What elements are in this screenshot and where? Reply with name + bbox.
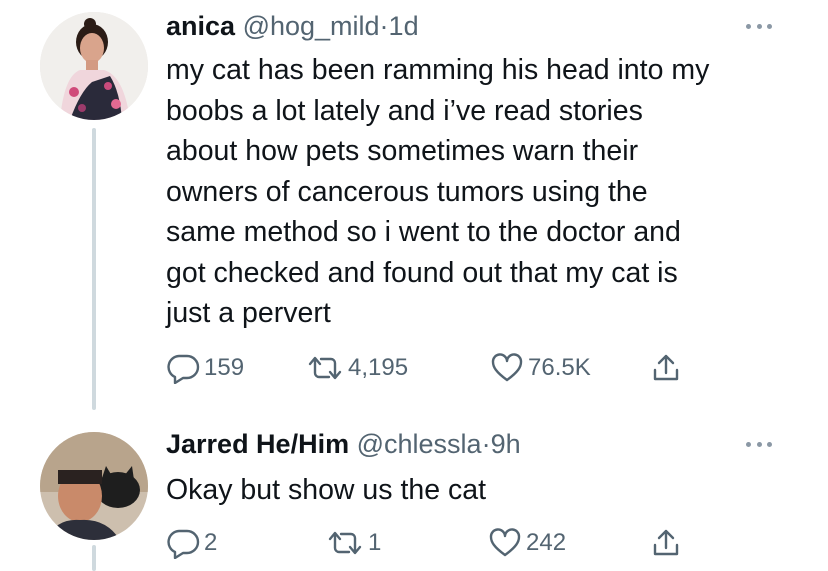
tweet[interactable]: anica @hog_mild·1d my cat has been rammi… xyxy=(0,0,828,410)
tweet-text-line: got checked and found out that my cat is xyxy=(166,256,678,289)
like-count: 76.5K xyxy=(528,354,591,381)
thread-line xyxy=(92,545,96,571)
tweet-text: my cat has been ramming his head into my… xyxy=(166,50,806,334)
tweet-text-line: owners of cancerous tumors using the xyxy=(166,175,648,208)
more-icon[interactable] xyxy=(746,440,772,448)
reply-icon xyxy=(167,354,200,384)
heart-icon xyxy=(489,528,521,557)
tweet-actions: 2 1 242 xyxy=(166,527,726,559)
tweet[interactable]: Jarred He/Him @chlessla·9h Okay but show… xyxy=(0,410,828,571)
tweet-text-line: just a pervert xyxy=(166,297,331,329)
tweet-text: Okay but show us the cat xyxy=(166,470,806,511)
avatar[interactable] xyxy=(40,432,148,540)
tweet-text-line: Okay but show us the cat xyxy=(166,474,486,506)
like-count: 242 xyxy=(526,529,567,556)
avatar[interactable] xyxy=(40,12,148,120)
retweet-icon xyxy=(308,356,342,380)
share-button[interactable] xyxy=(650,352,682,384)
share-icon xyxy=(653,529,679,556)
reply-count: 2 xyxy=(204,529,218,556)
tweet-text-line: same method so i went to the doctor and xyxy=(166,216,681,248)
like-button[interactable]: 242 xyxy=(488,527,566,559)
user-handle[interactable]: @chlessla xyxy=(357,429,482,459)
separator: · xyxy=(481,429,491,459)
reply-button[interactable]: 2 xyxy=(166,527,217,559)
thread-line xyxy=(92,128,96,410)
timestamp[interactable]: 1d xyxy=(389,11,419,41)
avatar-image xyxy=(40,12,148,120)
retweet-icon xyxy=(328,531,362,555)
display-name[interactable]: anica xyxy=(166,11,235,41)
reply-count: 159 xyxy=(204,354,245,381)
separator: · xyxy=(379,11,389,41)
retweet-button[interactable]: 4,195 xyxy=(306,352,408,384)
more-icon[interactable] xyxy=(746,22,772,30)
reply-icon xyxy=(167,529,200,559)
tweet-text-line: my cat has been ramming his head into my xyxy=(166,54,710,86)
user-handle[interactable]: @hog_mild xyxy=(243,11,380,41)
retweet-button[interactable]: 1 xyxy=(326,527,381,559)
avatar-image xyxy=(40,432,148,540)
tweet-header: anica @hog_mild·1d xyxy=(166,10,419,42)
tweet-actions: 159 4,195 76.5K xyxy=(166,352,726,384)
reply-button[interactable]: 159 xyxy=(166,352,244,384)
display-name[interactable]: Jarred He/Him xyxy=(166,429,349,459)
heart-icon xyxy=(491,353,523,382)
timestamp[interactable]: 9h xyxy=(491,429,521,459)
tweet-text-line: about how pets sometimes warn their xyxy=(166,135,639,167)
tweet-text-line: boobs a lot lately and i’ve read stories xyxy=(166,94,643,127)
tweet-header: Jarred He/Him @chlessla·9h xyxy=(166,428,521,460)
share-button[interactable] xyxy=(650,527,682,559)
share-icon xyxy=(653,354,679,381)
retweet-count: 1 xyxy=(368,529,382,556)
like-button[interactable]: 76.5K xyxy=(490,352,591,384)
retweet-count: 4,195 xyxy=(348,354,409,381)
